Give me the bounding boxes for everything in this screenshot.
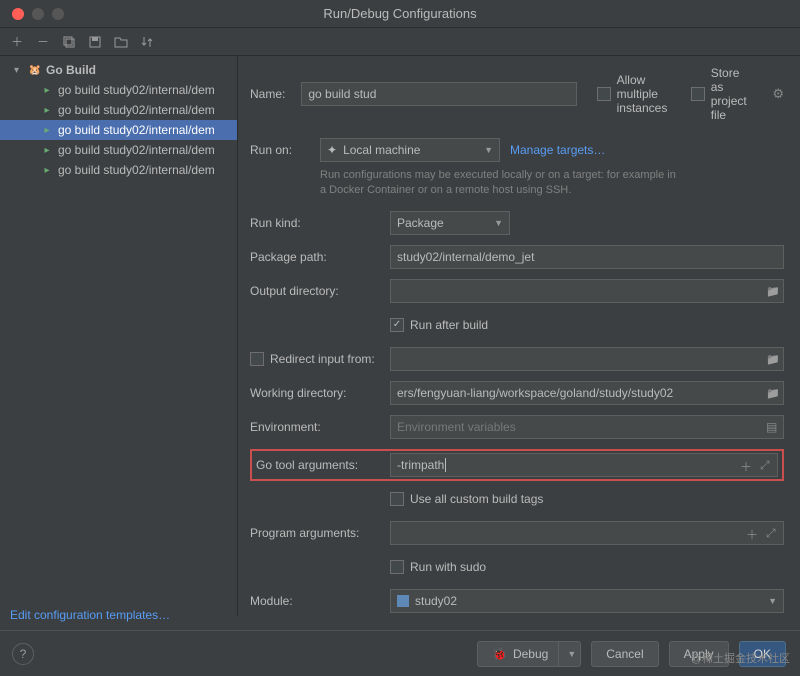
run-on-hint: Run configurations may be executed local… [320, 168, 680, 199]
dialog-footer: ? 🐞 Debug ▼ Cancel Apply OK [0, 630, 800, 676]
program-args-input[interactable] [390, 521, 784, 545]
go-tool-args-highlight: Go tool arguments: -trimpath ＋ ⤢ [250, 449, 784, 481]
working-dir-label: Working directory: [250, 386, 390, 400]
debug-button[interactable]: 🐞 Debug ▼ [477, 641, 581, 667]
run-kind-dropdown[interactable]: Package ▼ [390, 211, 510, 235]
tree-item[interactable]: ▸ go build study02/internal/dem [0, 80, 237, 100]
text-cursor [445, 458, 446, 472]
program-args-label: Program arguments: [250, 526, 390, 540]
go-tool-args-input[interactable]: -trimpath [390, 453, 778, 477]
browse-folder-icon[interactable] [766, 386, 780, 400]
tree-item[interactable]: ▸ go build study02/internal/dem [0, 140, 237, 160]
save-config-icon[interactable] [88, 35, 102, 49]
minimize-window-icon[interactable] [32, 8, 44, 20]
remove-config-icon[interactable]: － [36, 35, 50, 49]
run-on-dropdown[interactable]: ✦Local machine ▼ [320, 138, 500, 162]
list-icon[interactable]: ▤ [766, 420, 780, 434]
help-button[interactable]: ? [12, 643, 34, 665]
go-run-icon: ▸ [40, 163, 54, 177]
use-custom-tags-checkbox[interactable]: Use all custom build tags [390, 492, 543, 506]
chevron-down-icon: ▼ [768, 596, 777, 606]
output-dir-label: Output directory: [250, 284, 390, 298]
redirect-input-field [390, 347, 784, 371]
add-icon[interactable]: ＋ [746, 526, 760, 540]
bug-icon: 🐞 [492, 647, 507, 661]
go-run-icon: ▸ [40, 123, 54, 137]
ok-button[interactable]: OK [739, 641, 786, 667]
folder-config-icon[interactable] [114, 35, 128, 49]
module-label: Module: [250, 594, 390, 608]
go-run-icon: ▸ [40, 143, 54, 157]
tree-item[interactable]: ▸ go build study02/internal/dem [0, 100, 237, 120]
config-tree[interactable]: ▾ 🐹 Go Build ▸ go build study02/internal… [0, 56, 238, 616]
chevron-down-icon[interactable]: ▼ [558, 642, 576, 666]
add-icon[interactable]: ＋ [740, 458, 754, 472]
edit-templates-link[interactable]: Edit configuration templates… [10, 608, 170, 622]
expand-icon[interactable]: ⤢ [766, 526, 780, 540]
working-dir-input[interactable] [390, 381, 784, 405]
cancel-button[interactable]: Cancel [591, 641, 658, 667]
browse-folder-icon[interactable] [766, 284, 780, 298]
name-input[interactable] [301, 82, 576, 106]
run-after-build-checkbox[interactable]: Run after build [390, 318, 488, 332]
tree-item[interactable]: ▸ go build study02/internal/dem [0, 160, 237, 180]
environment-label: Environment: [250, 420, 390, 434]
config-toolbar: ＋ － [0, 28, 800, 56]
package-path-label: Package path: [250, 250, 390, 264]
go-run-icon: ▸ [40, 103, 54, 117]
package-path-input[interactable] [390, 245, 784, 269]
environment-input[interactable] [390, 415, 784, 439]
machine-icon: ✦ [327, 143, 337, 157]
titlebar: Run/Debug Configurations [0, 0, 800, 28]
go-run-icon: ▸ [40, 83, 54, 97]
output-dir-input[interactable] [390, 279, 784, 303]
run-on-label: Run on: [250, 143, 310, 157]
gear-icon[interactable]: ⚙ [772, 86, 784, 102]
add-config-icon[interactable]: ＋ [10, 35, 24, 49]
go-tool-args-label: Go tool arguments: [256, 458, 390, 472]
chevron-down-icon[interactable]: ▾ [14, 65, 24, 76]
redirect-input-checkbox[interactable]: Redirect input from: [250, 352, 390, 366]
window-controls [0, 8, 64, 20]
run-sudo-checkbox[interactable]: Run with sudo [390, 560, 486, 574]
tree-root-go-build[interactable]: ▾ 🐹 Go Build [0, 60, 237, 80]
tree-root-label: Go Build [46, 63, 96, 77]
expand-icon[interactable]: ⤢ [760, 458, 774, 472]
tree-item-selected[interactable]: ▸ go build study02/internal/dem [0, 120, 237, 140]
go-icon: 🐹 [28, 63, 42, 77]
store-project-checkbox[interactable]: Store as project file [691, 66, 753, 122]
config-form: Name: Allow multiple instances Store as … [238, 56, 800, 616]
name-label: Name: [250, 87, 285, 101]
manage-targets-link[interactable]: Manage targets… [510, 143, 605, 157]
chevron-down-icon: ▼ [494, 218, 503, 228]
browse-folder-icon[interactable] [766, 352, 780, 366]
close-window-icon[interactable] [12, 8, 24, 20]
module-icon [397, 595, 409, 607]
copy-config-icon[interactable] [62, 35, 76, 49]
maximize-window-icon[interactable] [52, 8, 64, 20]
allow-multiple-checkbox[interactable]: Allow multiple instances [597, 73, 671, 115]
chevron-down-icon: ▼ [484, 145, 493, 155]
module-dropdown[interactable]: study02 ▼ [390, 589, 784, 613]
apply-button[interactable]: Apply [669, 641, 729, 667]
run-kind-label: Run kind: [250, 216, 390, 230]
sort-config-icon[interactable] [140, 35, 154, 49]
dialog-title: Run/Debug Configurations [323, 6, 476, 21]
